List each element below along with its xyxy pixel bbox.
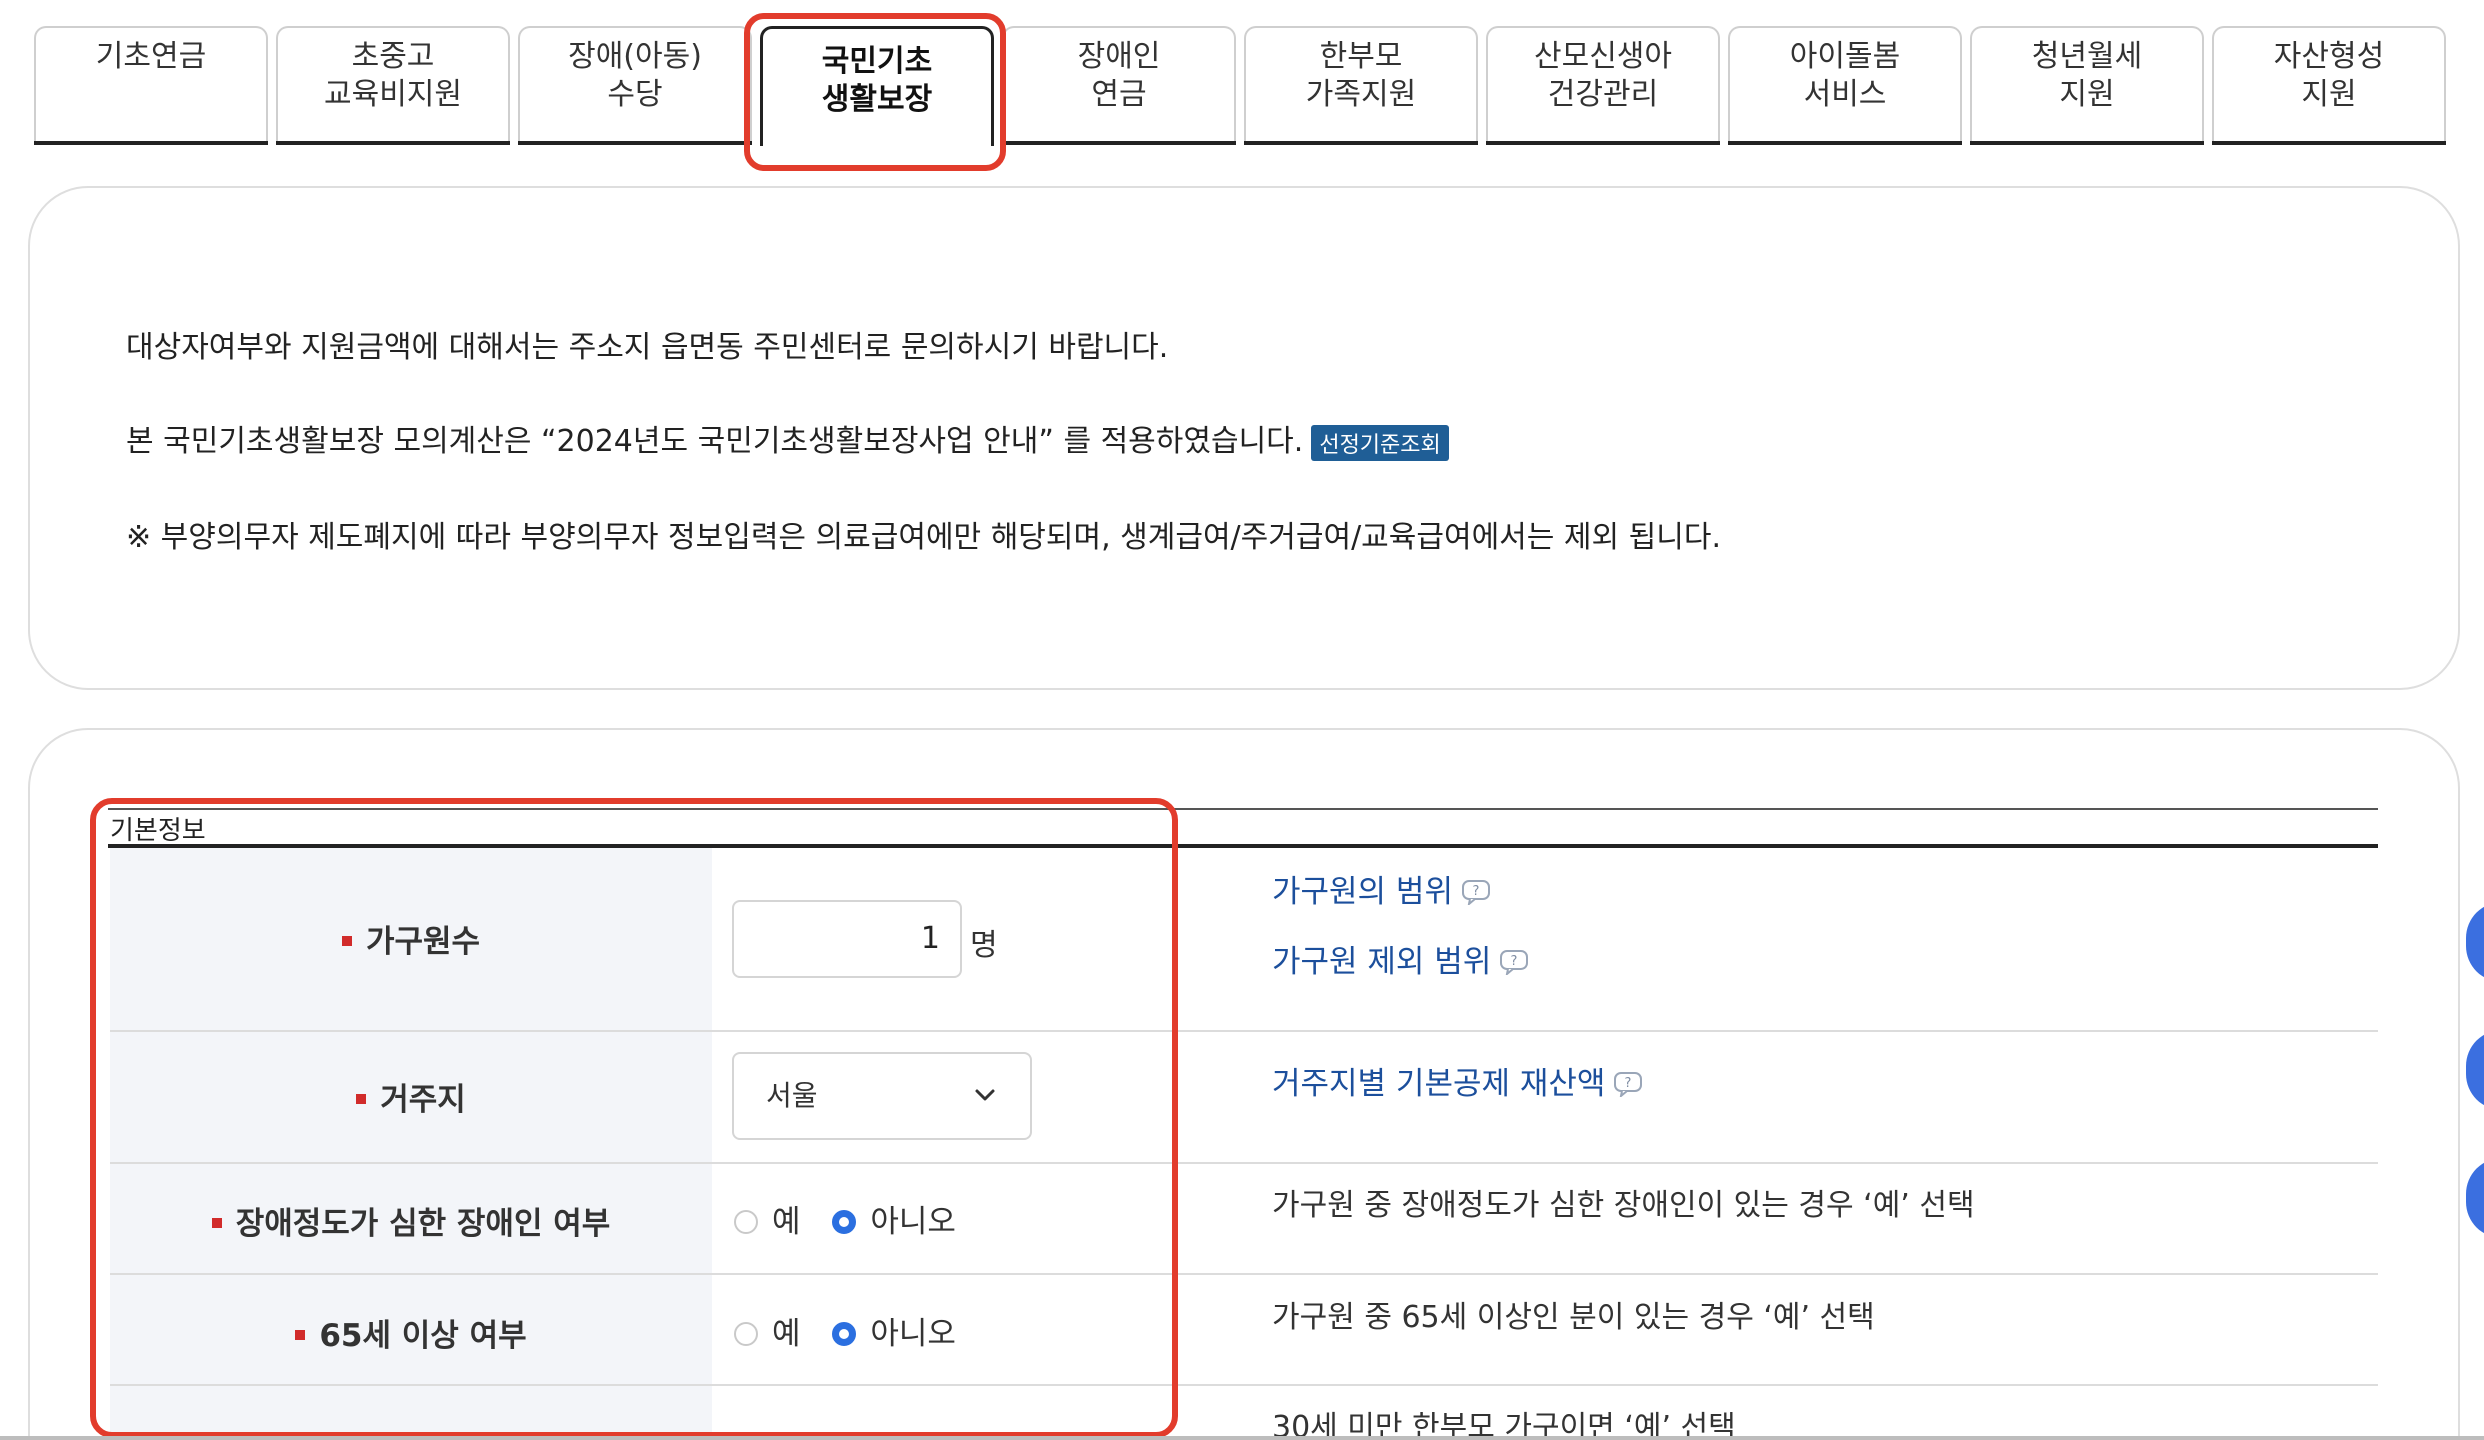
tab-basic-livelihood[interactable]: 국민기초 생활보장 (760, 26, 994, 146)
tab-label: 교육비지원 (324, 77, 462, 112)
row-divider (110, 1162, 2378, 1164)
radio-yes[interactable] (734, 1209, 758, 1234)
tab-label: 지원 (2301, 77, 2357, 112)
tab-label: 생활보장 (821, 82, 933, 117)
residence-deduction-link[interactable]: 거주지별 기본공제 재산액? (1272, 1058, 1643, 1103)
radio-yes[interactable] (734, 1321, 758, 1346)
tab-label: 장애인 (1077, 39, 1161, 74)
household-exclusion-link[interactable]: 가구원 제외 범위? (1272, 936, 1529, 981)
tab-label: 자산형성 (2273, 39, 2385, 74)
household-size-unit: 명 (970, 928, 998, 963)
required-bullet (356, 1093, 367, 1104)
senior-help: 가구원 중 65세 이상인 분이 있는 경우 ‘예’ 선택 (1272, 1300, 1875, 1335)
tab-label: 가족지원 (1305, 77, 1417, 112)
link-text: 가구원 제외 범위 (1272, 944, 1492, 980)
benefit-tabs: 기초연금 초중고 교육비지원 장애(아동) 수당 국민기초 생활보장 장애인 연… (34, 26, 2448, 146)
speech-bubble-help-icon: ? (1614, 1071, 1643, 1097)
tab-label: 서비스 (1803, 77, 1887, 112)
tab-maternal-newborn[interactable]: 산모신생아 건강관리 (1486, 26, 1720, 145)
tab-asset-building[interactable]: 자산형성 지원 (2212, 26, 2446, 145)
tab-label: 건강관리 (1547, 77, 1659, 112)
label-text: 65세 이상 여부 (319, 1318, 527, 1354)
tab-basic-pension[interactable]: 기초연금 (34, 26, 268, 145)
tab-label: 산모신생아 (1534, 39, 1672, 74)
notice-text: 본 국민기초생활보장 모의계산은 “2024년도 국민기초생활보장사업 안내” … (126, 424, 1304, 459)
notice-line-standard: 본 국민기초생활보장 모의계산은 “2024년도 국민기초생활보장사업 안내” … (126, 416, 1449, 461)
tab-label: 연금 (1091, 77, 1147, 112)
link-text: 가구원의 범위 (1272, 874, 1453, 910)
tab-label: 국민기초 (821, 44, 933, 79)
tab-label: 수당 (607, 77, 663, 112)
row-divider (110, 1273, 2378, 1275)
link-text: 거주지별 기본공제 재산액 (1272, 1066, 1606, 1102)
side-floating-button[interactable] (2466, 902, 2484, 982)
required-bullet (295, 1329, 306, 1340)
section-divider (108, 808, 2378, 810)
row-divider (110, 1030, 2378, 1032)
notice-line-inquiry: 대상자여부와 지원금액에 대해서는 주소지 읍면동 주민센터로 문의하시기 바랍… (126, 330, 1169, 365)
radio-yes-label: 예 (772, 1316, 801, 1352)
radio-no-label: 아니오 (870, 1316, 956, 1352)
row-divider (110, 1384, 2378, 1386)
chevron-down-icon (975, 1089, 995, 1101)
speech-bubble-help-icon: ? (1461, 879, 1490, 905)
svg-text:?: ? (1625, 1076, 1632, 1091)
tab-label: 지원 (2059, 77, 2115, 112)
radio-yes-label: 예 (772, 1204, 801, 1240)
severe-disability-help: 가구원 중 장애정도가 심한 장애인이 있는 경우 ‘예’ 선택 (1272, 1188, 1975, 1223)
tab-disability-pension[interactable]: 장애인 연금 (1002, 26, 1236, 145)
tab-single-parent[interactable]: 한부모 가족지원 (1244, 26, 1478, 145)
radio-no-label: 아니오 (870, 1204, 956, 1240)
speech-bubble-help-icon: ? (1500, 949, 1529, 975)
senior-label: 65세 이상 여부 (110, 1310, 712, 1355)
section-title: 기본정보 (110, 816, 206, 846)
selected-value: 서울 (766, 1079, 818, 1112)
required-bullet (341, 935, 352, 946)
side-floating-button[interactable] (2466, 1158, 2484, 1238)
tab-disabled-child-allowance[interactable]: 장애(아동) 수당 (518, 26, 752, 145)
radio-no[interactable] (832, 1321, 857, 1346)
tab-childcare-service[interactable]: 아이돌봄 서비스 (1728, 26, 1962, 145)
label-text: 가구원수 (365, 924, 481, 960)
notice-line-support-obligation: ※ 부양의무자 제도폐지에 따라 부양의무자 정보입력은 의료급여에만 해당되며… (126, 520, 1721, 555)
household-size-label: 가구원수 (110, 916, 712, 961)
tab-label: 기초연금 (95, 39, 207, 74)
residence-label: 거주지 (110, 1074, 712, 1119)
svg-text:?: ? (1473, 884, 1480, 899)
severe-disability-radio-group: 예 아니오 (734, 1196, 978, 1241)
required-bullet (211, 1217, 222, 1228)
single-parent-help: 30세 미만 한부모 가구이면 ‘예’ 선택 (1272, 1410, 1736, 1440)
household-scope-link[interactable]: 가구원의 범위? (1272, 866, 1491, 911)
tab-label: 한부모 (1319, 39, 1403, 74)
tab-label: 청년월세 (2031, 39, 2143, 74)
label-text: 거주지 (380, 1082, 466, 1118)
criteria-lookup-button[interactable]: 선정기준조회 (1311, 424, 1449, 461)
tab-youth-rent[interactable]: 청년월세 지원 (1970, 26, 2204, 145)
svg-text:?: ? (1511, 954, 1518, 969)
household-size-input[interactable]: 1 (732, 900, 962, 978)
notice-box: 대상자여부와 지원금액에 대해서는 주소지 읍면동 주민센터로 문의하시기 바랍… (28, 186, 2460, 690)
label-text: 장애정도가 심한 장애인 여부 (235, 1206, 611, 1242)
severe-disability-label: 장애정도가 심한 장애인 여부 (110, 1198, 712, 1243)
window-bottom-edge (0, 1436, 2484, 1440)
tab-label: 장애(아동) (568, 39, 702, 74)
tab-label: 초중고 (351, 39, 435, 74)
radio-no[interactable] (832, 1209, 857, 1234)
side-floating-button[interactable] (2466, 1030, 2484, 1110)
tab-school-support[interactable]: 초중고 교육비지원 (276, 26, 510, 145)
senior-radio-group: 예 아니오 (734, 1308, 978, 1353)
tab-label: 아이돌봄 (1789, 39, 1901, 74)
residence-select[interactable]: 서울 (732, 1052, 1032, 1140)
